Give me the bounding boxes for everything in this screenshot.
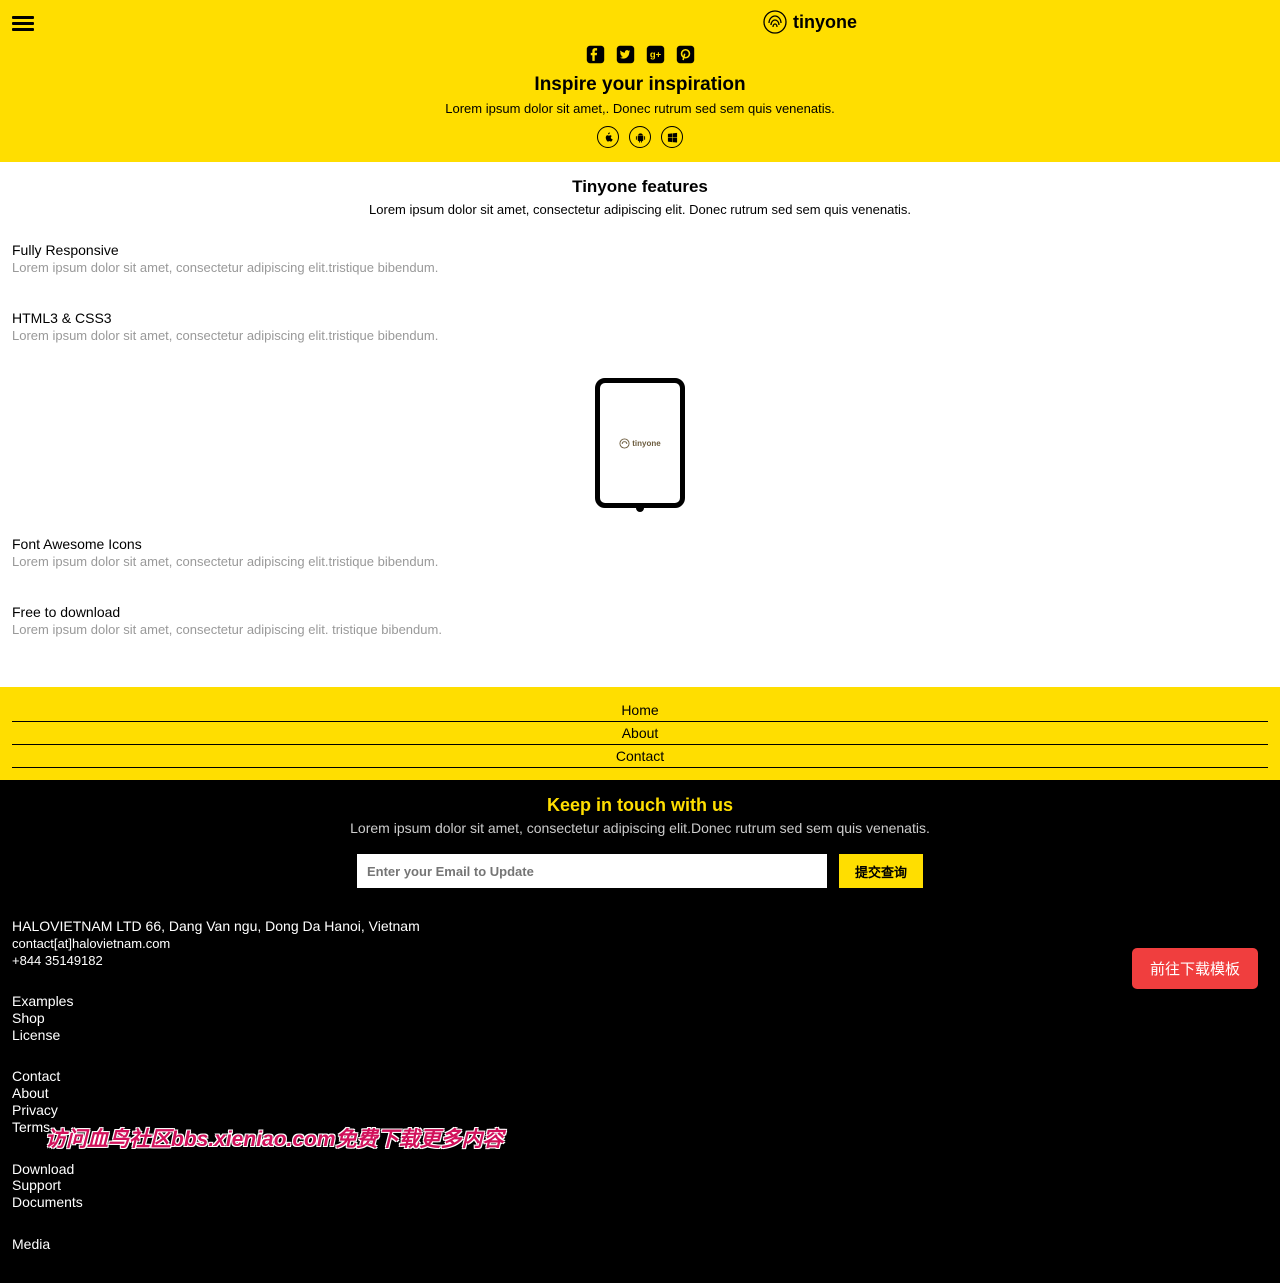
feature-title: Font Awesome Icons — [12, 536, 1268, 552]
footer-link[interactable]: Shop — [12, 1010, 1268, 1027]
hero-section: tinyone g+ Inspire your inspiration Lore… — [0, 0, 1280, 162]
google-plus-icon[interactable]: g+ — [645, 44, 665, 64]
nav-link-about[interactable]: About — [12, 722, 1268, 745]
feature-item: Font Awesome Icons Lorem ipsum dolor sit… — [0, 536, 1280, 569]
feature-title: HTML3 & CSS3 — [12, 310, 1268, 326]
device-logo-text: tinyone — [632, 439, 660, 448]
footer-link[interactable]: Support — [12, 1177, 1268, 1194]
windows-icon[interactable] — [661, 126, 683, 148]
feature-item: Free to download Lorem ipsum dolor sit a… — [0, 604, 1280, 637]
footer: Keep in touch with us Lorem ipsum dolor … — [0, 780, 1280, 1283]
fingerprint-icon — [619, 438, 630, 449]
feature-title: Free to download — [12, 604, 1268, 620]
submit-button[interactable]: 提交查询 — [839, 854, 923, 888]
company-email: contact[at]halovietnam.com — [12, 936, 1268, 951]
features-subtitle: Lorem ipsum dolor sit amet, consectetur … — [0, 202, 1280, 217]
facebook-icon[interactable] — [585, 44, 605, 64]
device-mockup: tinyone — [0, 378, 1280, 508]
footer-link-group-1: Examples Shop License — [12, 993, 1268, 1043]
feature-desc: Lorem ipsum dolor sit amet, consectetur … — [12, 328, 1268, 343]
footer-link[interactable]: Contact — [12, 1068, 1268, 1085]
pinterest-icon[interactable] — [675, 44, 695, 64]
nav-link-contact[interactable]: Contact — [12, 745, 1268, 768]
footer-link-group-3: Download Support Documents — [12, 1161, 1268, 1211]
footer-subtitle: Lorem ipsum dolor sit amet, consectetur … — [12, 820, 1268, 836]
feature-desc: Lorem ipsum dolor sit amet, consectetur … — [12, 622, 1268, 637]
twitter-icon[interactable] — [615, 44, 635, 64]
svg-text:g+: g+ — [649, 49, 661, 60]
features-section: Tinyone features Lorem ipsum dolor sit a… — [0, 162, 1280, 687]
logo-text: tinyone — [793, 12, 857, 33]
feature-desc: Lorem ipsum dolor sit amet, consectetur … — [12, 260, 1268, 275]
footer-link[interactable]: Examples — [12, 993, 1268, 1010]
fingerprint-icon — [763, 10, 787, 34]
footer-link[interactable]: License — [12, 1027, 1268, 1044]
footer-link[interactable]: Privacy — [12, 1102, 1268, 1119]
apple-icon[interactable] — [597, 126, 619, 148]
feature-item: Fully Responsive Lorem ipsum dolor sit a… — [0, 242, 1280, 275]
hamburger-menu-icon[interactable] — [12, 13, 34, 34]
hero-headline: Inspire your inspiration — [12, 74, 1268, 96]
footer-link[interactable]: About — [12, 1085, 1268, 1102]
footer-link-group-4: Media — [12, 1236, 1268, 1253]
company-phone: +844 35149182 — [12, 953, 1268, 968]
platform-icons-row — [12, 126, 1268, 148]
android-icon[interactable] — [629, 126, 651, 148]
footer-link[interactable]: Media — [12, 1236, 1268, 1253]
nav-link-home[interactable]: Home — [12, 699, 1268, 722]
email-input[interactable] — [357, 854, 827, 888]
watermark-text: 访问血鸟社区bbs.xieniao.com免费下载更多内容 — [45, 1123, 504, 1153]
footer-title: Keep in touch with us — [12, 795, 1268, 816]
logo[interactable]: tinyone — [352, 0, 1268, 40]
feature-title: Fully Responsive — [12, 242, 1268, 258]
features-title: Tinyone features — [0, 177, 1280, 197]
footer-link[interactable]: Documents — [12, 1194, 1268, 1211]
company-address: HALOVIETNAM LTD 66, Dang Van ngu, Dong D… — [12, 918, 1268, 934]
hero-subline: Lorem ipsum dolor sit amet,. Donec rutru… — [12, 101, 1268, 116]
feature-item: HTML3 & CSS3 Lorem ipsum dolor sit amet,… — [0, 310, 1280, 343]
feature-desc: Lorem ipsum dolor sit amet, consectetur … — [12, 554, 1268, 569]
newsletter-form: 提交查询 — [12, 854, 1268, 888]
download-template-button[interactable]: 前往下载模板 — [1132, 948, 1258, 989]
social-icons-row: g+ — [12, 44, 1268, 64]
nav-band: Home About Contact — [0, 687, 1280, 780]
